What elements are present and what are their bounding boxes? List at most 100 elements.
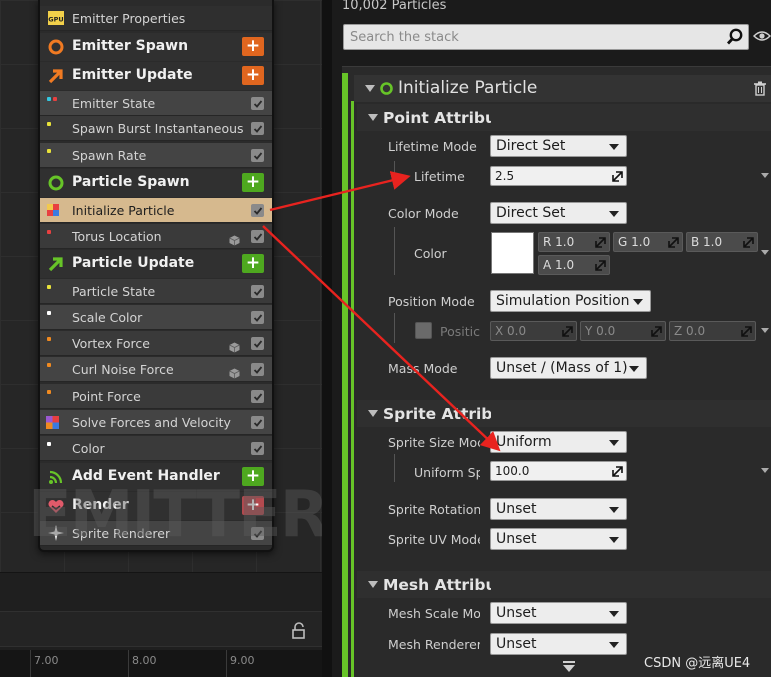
emitter-row-emitter-update[interactable]: Emitter Update + <box>40 62 272 90</box>
node-graph[interactable]: GPU Emitter Properties Emitter Spawn + Emitt… <box>0 0 326 677</box>
mesh-renderer-dropdown[interactable]: Unset <box>490 633 627 655</box>
eye-icon[interactable] <box>753 29 771 43</box>
emitter-row-scale-color[interactable]: Scale Color <box>40 305 272 330</box>
dropdown-value: Uniform <box>496 434 552 450</box>
position-override-checkbox[interactable] <box>415 322 432 339</box>
mass-mode-dropdown[interactable]: Unset / (Mass of 1) <box>490 357 647 379</box>
add-module-button[interactable]: + <box>242 173 264 192</box>
emitter-row-particle-spawn[interactable]: Particle Spawn + <box>40 169 272 197</box>
enabled-checkbox[interactable] <box>251 149 264 162</box>
position-y-input[interactable]: Y 0.0 <box>580 321 666 341</box>
sprite-rotation-mode-dropdown[interactable]: Unset <box>490 498 627 520</box>
emitter-row-particle-update[interactable]: Particle Update + <box>40 250 272 278</box>
expand-icon[interactable] <box>761 173 769 178</box>
color-b-input[interactable]: B 1.0 <box>686 232 758 252</box>
enabled-checkbox[interactable] <box>251 442 264 455</box>
sprite-uv-mode-dropdown[interactable]: Unset <box>490 528 627 550</box>
position-mode-dropdown[interactable]: Simulation Position <box>490 290 651 312</box>
module-header[interactable]: Initialize Particle <box>354 75 771 102</box>
link-icon[interactable] <box>562 326 573 337</box>
enabled-checkbox[interactable] <box>251 230 264 243</box>
color-g-input[interactable]: G 1.0 <box>613 232 683 252</box>
more-down-icon[interactable] <box>562 661 576 673</box>
link-icon[interactable] <box>741 326 752 337</box>
enabled-checkbox[interactable] <box>251 337 264 350</box>
enabled-checkbox[interactable] <box>251 122 264 135</box>
uniform-sprite-size-input[interactable]: 100.0 <box>490 461 627 481</box>
collapse-icon[interactable] <box>365 85 375 92</box>
prop-label: Color <box>414 246 447 261</box>
add-module-button[interactable]: + <box>242 66 264 85</box>
timeline-ruler[interactable]: 7.00 8.00 9.00 <box>0 650 322 677</box>
emitter-row-vortex-force[interactable]: Vortex Force <box>40 331 272 356</box>
sprite-size-mode-dropdown[interactable]: Uniform <box>490 431 627 453</box>
stack-search-box[interactable] <box>343 24 749 50</box>
enabled-checkbox[interactable] <box>251 97 264 110</box>
link-icon[interactable] <box>743 237 754 248</box>
input-value: 2.5 <box>495 169 515 183</box>
color-swatch[interactable] <box>491 232 534 274</box>
timeline-track[interactable] <box>0 611 322 647</box>
enabled-checkbox[interactable] <box>251 363 264 376</box>
link-icon[interactable] <box>612 466 623 477</box>
enabled-checkbox[interactable] <box>251 527 264 540</box>
module-category-dot <box>47 97 51 101</box>
add-module-button[interactable]: + <box>242 254 264 273</box>
emitter-row-spawn-rate[interactable]: Spawn Rate <box>40 143 272 168</box>
emitter-row-curl-noise-force[interactable]: Curl Noise Force <box>40 357 272 382</box>
enabled-checkbox[interactable] <box>251 285 264 298</box>
dropdown-value: Unset / (Mass of 1) <box>496 360 628 376</box>
position-z-input[interactable]: Z 0.0 <box>669 321 756 341</box>
enabled-checkbox[interactable] <box>251 416 264 429</box>
emitter-row-point-force[interactable]: Point Force <box>40 384 272 409</box>
emitter-row-particle-state[interactable]: Particle State <box>40 279 272 304</box>
enabled-checkbox[interactable] <box>251 204 264 217</box>
link-icon[interactable] <box>595 260 606 271</box>
section-point-attributes[interactable]: Point Attribut <box>357 104 771 131</box>
lock-icon[interactable] <box>290 622 308 640</box>
emitter-row-emitter-properties[interactable]: GPU Emitter Properties <box>40 6 272 31</box>
prop-label: Mass Mode <box>388 361 458 376</box>
link-icon[interactable] <box>595 237 606 248</box>
emitter-node[interactable]: GPU Emitter Properties Emitter Spawn + Emitt… <box>38 0 274 552</box>
color-a-input[interactable]: A 1.0 <box>538 255 610 275</box>
expand-icon[interactable] <box>761 328 769 333</box>
collapse-icon[interactable] <box>368 114 378 121</box>
emitter-row-torus-location[interactable]: Torus Location <box>40 224 272 249</box>
link-icon[interactable] <box>668 237 679 248</box>
mesh-scale-mode-dropdown[interactable]: Unset <box>490 602 627 624</box>
link-icon[interactable] <box>612 171 623 182</box>
color-mode-dropdown[interactable]: Direct Set <box>490 202 627 224</box>
enabled-checkbox[interactable] <box>251 311 264 324</box>
add-module-button[interactable]: + <box>242 467 264 486</box>
lifetime-input[interactable]: 2.5 <box>490 166 627 186</box>
search-icon[interactable] <box>726 28 744 46</box>
link-icon[interactable] <box>651 326 662 337</box>
emitter-row-color[interactable]: Color <box>40 436 272 461</box>
emitter-row-render[interactable]: Render + <box>40 492 272 520</box>
enabled-checkbox[interactable] <box>251 390 264 403</box>
lifetime-mode-dropdown[interactable]: Direct Set <box>490 135 627 157</box>
section-mesh-attributes[interactable]: Mesh Attribut <box>357 571 771 598</box>
expand-icon[interactable] <box>761 250 769 255</box>
position-x-input[interactable]: X 0.0 <box>490 321 577 341</box>
module-category-dot <box>47 230 51 234</box>
emitter-row-sprite-renderer[interactable]: Sprite Renderer <box>40 521 272 546</box>
emitter-row-emitter-state[interactable]: Emitter State <box>40 91 272 116</box>
emitter-row-spawn-burst-instantaneous[interactable]: Spawn Burst Instantaneous <box>40 116 272 141</box>
expand-icon[interactable] <box>761 468 769 473</box>
collapse-icon[interactable] <box>368 410 378 417</box>
module-category-dot <box>47 390 51 394</box>
emitter-row-initialize-particle[interactable]: Initialize Particle <box>40 198 272 223</box>
section-sprite-attributes[interactable]: Sprite Attribu <box>357 400 771 427</box>
collapse-icon[interactable] <box>368 581 378 588</box>
add-module-button[interactable]: + <box>242 496 264 515</box>
trash-icon[interactable] <box>753 81 767 96</box>
color-r-input[interactable]: R 1.0 <box>538 232 610 252</box>
emitter-row-add-event-handler[interactable]: Add Event Handler + <box>40 463 272 491</box>
emitter-row-solve-forces-and-velocity[interactable]: Solve Forces and Velocity <box>40 410 272 435</box>
stack-search-input[interactable] <box>344 25 724 49</box>
add-module-button[interactable]: + <box>242 37 264 56</box>
panel-splitter[interactable] <box>322 0 332 677</box>
emitter-row-emitter-spawn[interactable]: Emitter Spawn + <box>40 33 272 61</box>
